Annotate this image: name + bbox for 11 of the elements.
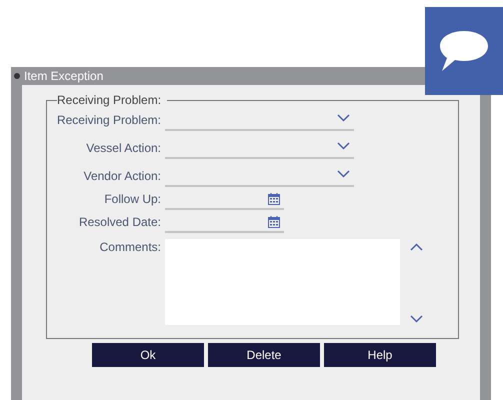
field-label: Resolved Date:: [78, 214, 162, 230]
dialog-button[interactable]: Delete: [208, 343, 320, 367]
field-label: Receiving Problem:: [56, 112, 162, 128]
fieldset-legend: Receiving Problem:: [57, 92, 168, 108]
field-label: Vendor Action:: [82, 168, 162, 184]
dialog-button[interactable]: Help: [324, 343, 436, 367]
dialog-button[interactable]: Ok: [92, 343, 204, 367]
window-title: Item Exception: [24, 68, 104, 85]
field-label: Vessel Action:: [85, 140, 162, 156]
field-label: Comments:: [98, 239, 162, 255]
field-label: Follow Up:: [103, 191, 162, 207]
